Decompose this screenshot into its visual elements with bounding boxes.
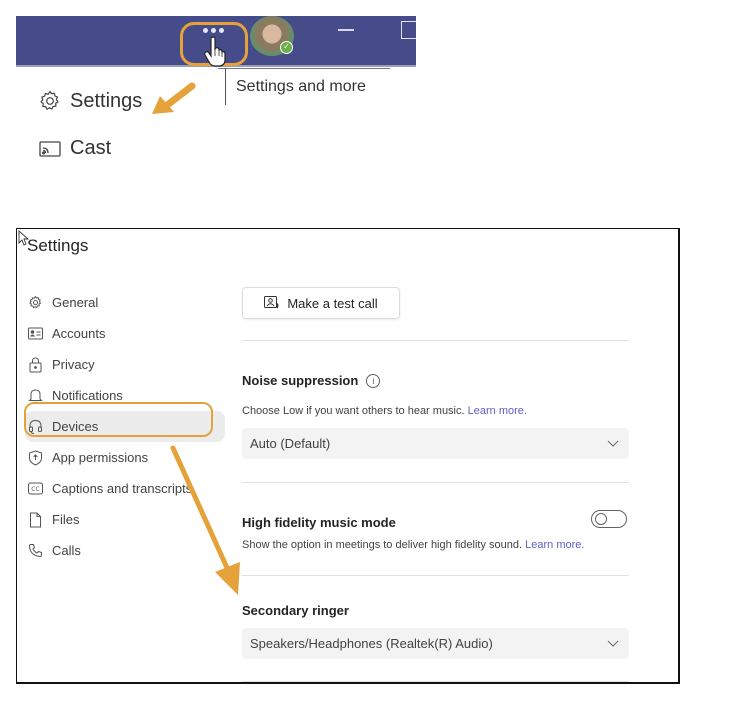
tooltip-pointer-line xyxy=(225,68,226,105)
high-fidelity-description: Show the option in meetings to deliver h… xyxy=(242,539,584,551)
noise-suppression-description: Choose Low if you want others to hear mu… xyxy=(242,405,527,417)
nav-item-label: Calls xyxy=(52,543,81,558)
presence-available-icon: ✓ xyxy=(280,41,293,54)
chevron-down-icon xyxy=(607,440,619,447)
minimize-icon[interactable] xyxy=(338,29,354,31)
learn-more-link[interactable]: Learn more. xyxy=(525,539,584,551)
info-icon[interactable]: i xyxy=(366,373,381,388)
gear-icon xyxy=(28,295,41,309)
divider xyxy=(242,482,629,483)
button-label: Make a test call xyxy=(287,295,378,311)
cc-icon: CC xyxy=(27,482,43,495)
nav-item-label: Files xyxy=(52,512,80,527)
secondary-ringer-select[interactable]: Speakers/Headphones (Realtek(R) Audio) xyxy=(242,628,629,659)
select-value: Speakers/Headphones (Realtek(R) Audio) xyxy=(250,636,493,651)
high-fidelity-title: High fidelity music mode xyxy=(242,515,396,530)
secondary-ringer-title: Secondary ringer xyxy=(242,603,349,618)
maximize-icon[interactable] xyxy=(401,21,416,39)
nav-item-label: Notifications xyxy=(52,388,123,403)
divider xyxy=(242,681,629,682)
section-title-text: Noise suppression xyxy=(242,373,359,388)
settings-window: Settings General Accounts Privacy Notifi… xyxy=(16,228,680,684)
nav-item-label: Privacy xyxy=(52,357,95,372)
high-fidelity-toggle[interactable] xyxy=(591,510,627,528)
make-test-call-button[interactable]: Make a test call xyxy=(242,287,400,319)
cast-icon xyxy=(39,140,61,157)
divider xyxy=(242,340,629,341)
menu-divider xyxy=(218,68,390,69)
menu-item-settings[interactable]: Settings xyxy=(38,89,142,113)
nav-item-label: App permissions xyxy=(52,450,149,465)
noise-suppression-select[interactable]: Auto (Default) xyxy=(242,428,629,459)
settings-title: Settings xyxy=(27,236,89,255)
section-title-text: Secondary ringer xyxy=(242,603,349,618)
nav-item-label: Accounts xyxy=(52,326,106,341)
divider xyxy=(242,575,629,576)
test-call-icon xyxy=(264,296,279,309)
hand-cursor-icon xyxy=(204,36,226,67)
gear-icon xyxy=(40,90,59,111)
menu-item-label: Cast xyxy=(70,137,112,159)
phone-icon xyxy=(28,544,42,558)
highlight-ring-devices xyxy=(24,402,213,437)
noise-suppression-title: Noise suppression i xyxy=(242,373,381,388)
nav-item-general[interactable]: General xyxy=(25,287,225,318)
menu-item-label: Settings xyxy=(70,89,143,112)
menu-item-cast[interactable]: Cast xyxy=(38,137,111,160)
annotation-arrow-devices xyxy=(170,445,240,595)
tooltip-settings-and-more: Settings and more xyxy=(236,78,366,95)
annotation-arrow-settings xyxy=(152,82,196,114)
description-text: Choose Low if you want others to hear mu… xyxy=(242,405,465,417)
svg-text:CC: CC xyxy=(31,486,39,493)
accounts-icon xyxy=(27,327,43,340)
file-icon xyxy=(29,512,41,527)
shield-icon xyxy=(28,449,42,466)
nav-item-label: General xyxy=(52,295,99,310)
section-title-text: High fidelity music mode xyxy=(242,515,396,530)
learn-more-link[interactable]: Learn more. xyxy=(468,405,527,417)
nav-item-privacy[interactable]: Privacy xyxy=(25,349,225,380)
description-text: Show the option in meetings to deliver h… xyxy=(242,539,523,551)
lock-icon xyxy=(29,356,41,372)
nav-item-accounts[interactable]: Accounts xyxy=(25,318,225,349)
select-value: Auto (Default) xyxy=(250,436,331,451)
chevron-down-icon xyxy=(607,640,619,647)
